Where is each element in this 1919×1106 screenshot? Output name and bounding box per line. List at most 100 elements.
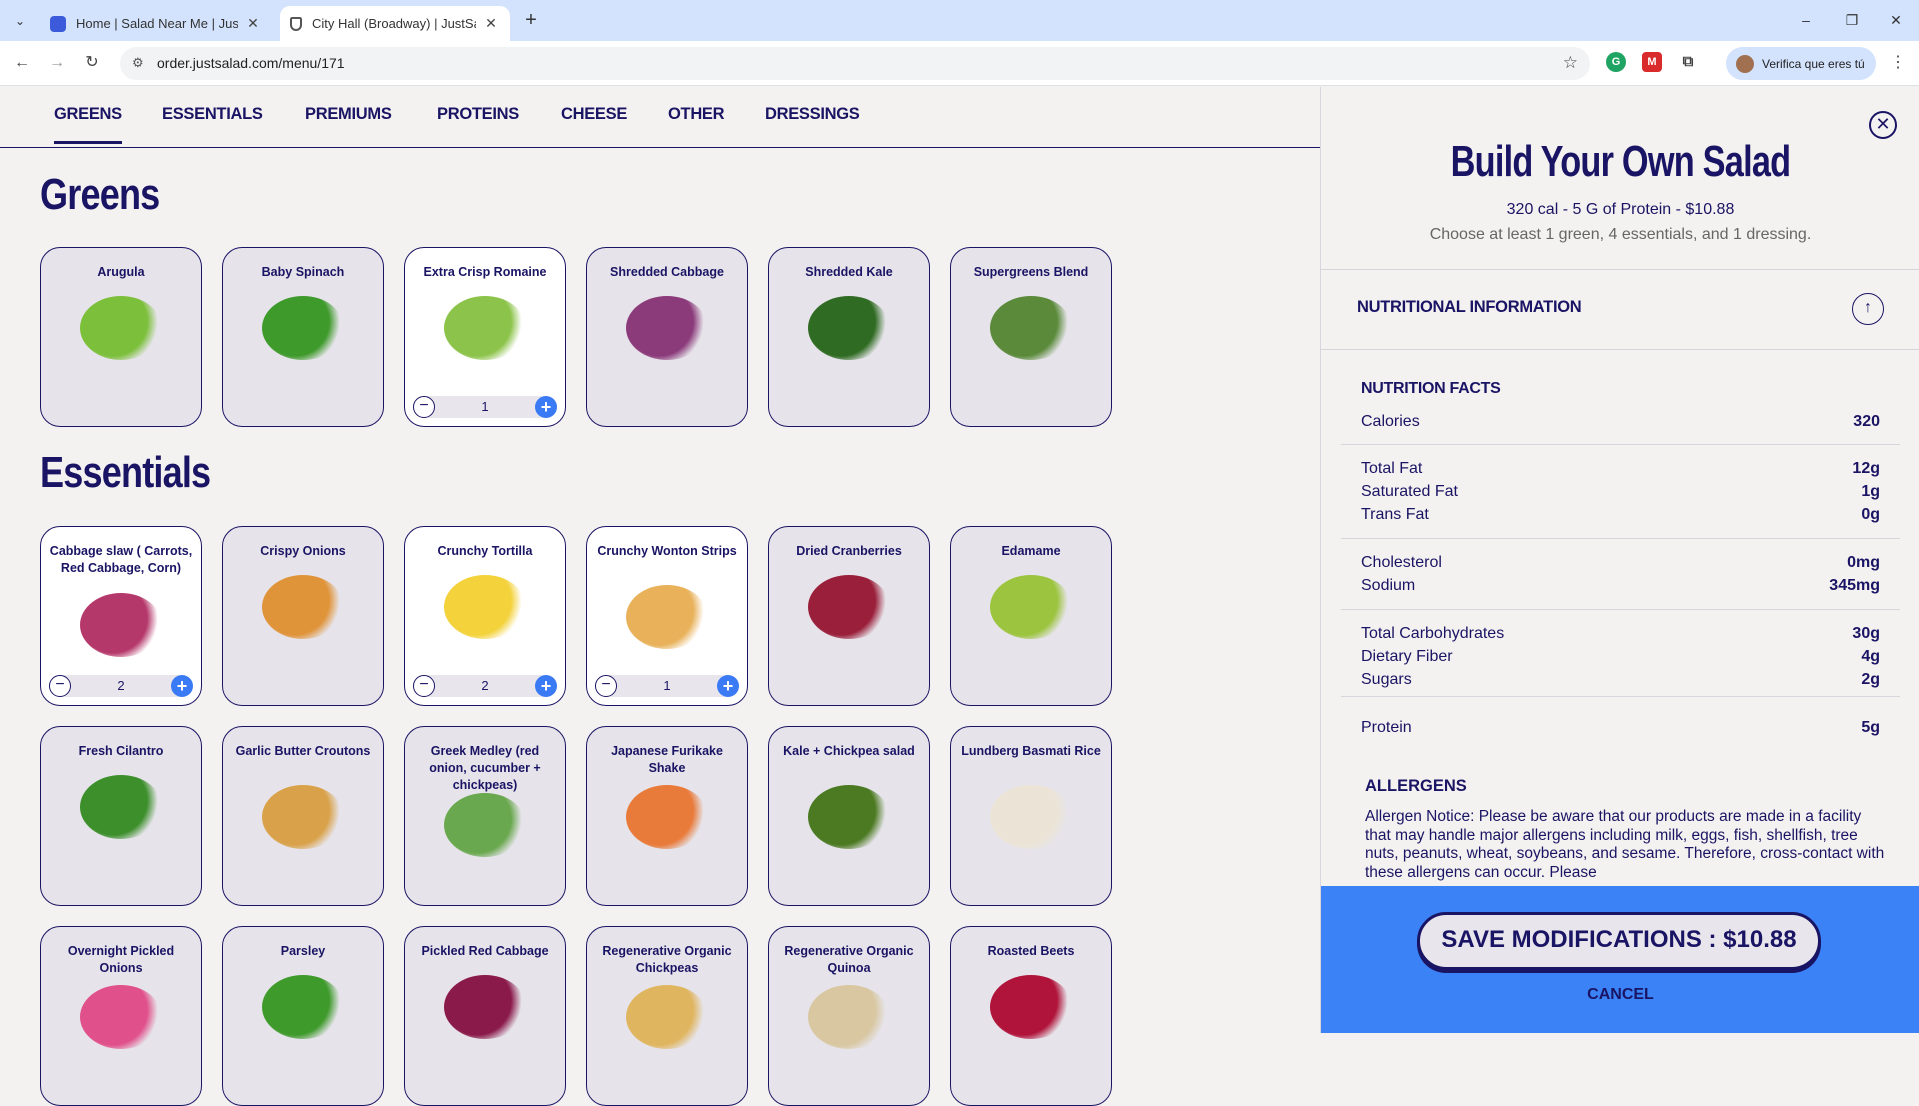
quantity-value: 2 <box>481 678 489 693</box>
tab-premiums[interactable]: PREMIUMS <box>305 105 392 124</box>
tab-close-icon[interactable]: ✕ <box>244 15 262 32</box>
bookmark-star-icon[interactable]: ☆ <box>1563 53 1578 73</box>
decrease-quantity-button[interactable]: − <box>413 675 435 697</box>
ingredient-card-crispy-onions[interactable]: Crispy Onions <box>222 526 384 706</box>
ingredient-image <box>808 985 890 1049</box>
ingredient-card-regenerative-organic-chickpeas[interactable]: Regenerative Organic Chickpeas <box>586 926 748 1106</box>
grammarly-extension-icon[interactable]: G <box>1606 52 1626 72</box>
ingredient-card-edamame[interactable]: Edamame <box>950 526 1112 706</box>
nutritional-information-header[interactable]: NUTRITIONAL INFORMATION <box>1357 298 1582 317</box>
ingredient-name: Cabbage slaw ( Carrots, Red Cabbage, Cor… <box>49 544 193 575</box>
cancel-button[interactable]: CANCEL <box>1321 986 1919 1004</box>
ingredient-image <box>444 575 526 639</box>
ingredient-name: Shredded Cabbage <box>610 265 724 279</box>
ingredient-card-garlic-butter-croutons[interactable]: Garlic Butter Croutons <box>222 726 384 906</box>
extensions-puzzle-icon[interactable]: ⧉ <box>1678 52 1698 72</box>
salad-summary: 320 cal - 5 G of Protein - $10.88 <box>1506 201 1735 218</box>
ingredient-card-shredded-kale[interactable]: Shredded Kale <box>768 247 930 427</box>
ingredient-card-fresh-cilantro[interactable]: Fresh Cilantro <box>40 726 202 906</box>
ingredient-card-cabbage-slaw-carrots-red-cabbage-corn[interactable]: Cabbage slaw ( Carrots, Red Cabbage, Cor… <box>40 526 202 706</box>
ingredient-card-supergreens-blend[interactable]: Supergreens Blend <box>950 247 1112 427</box>
browser-menu-icon[interactable]: ⋮ <box>1890 52 1906 72</box>
browser-tab-home[interactable]: Home | Salad Near Me | Just Sa ✕ <box>40 6 272 41</box>
new-tab-button[interactable]: + <box>520 9 542 31</box>
ingredient-card-kale-chickpea-salad[interactable]: Kale + Chickpea salad <box>768 726 930 906</box>
section-title-essentials: Essentials <box>40 448 211 497</box>
quantity-value: 1 <box>663 678 671 693</box>
ingredient-image <box>444 975 526 1039</box>
ingredient-card-overnight-pickled-onions[interactable]: Overnight Pickled Onions <box>40 926 202 1106</box>
ingredient-card-roasted-beets[interactable]: Roasted Beets <box>950 926 1112 1106</box>
ingredient-image <box>990 975 1072 1039</box>
increase-quantity-button[interactable]: + <box>717 675 739 697</box>
ingredient-image <box>990 575 1072 639</box>
decrease-quantity-button[interactable]: − <box>595 675 617 697</box>
ingredient-card-extra-crisp-romaine[interactable]: Extra Crisp Romaine − 1 + <box>404 247 566 427</box>
ingredient-name: Parsley <box>280 944 326 958</box>
ingredient-card-parsley[interactable]: Parsley <box>222 926 384 1106</box>
section-title-greens: Greens <box>40 170 160 219</box>
increase-quantity-button[interactable]: + <box>535 675 557 697</box>
reload-icon[interactable]: ↻ <box>80 51 104 75</box>
allergen-notice: Allergen Notice: Please be aware that ou… <box>1365 808 1885 881</box>
tab-proteins[interactable]: PROTEINS <box>437 105 519 124</box>
nutrition-label: Dietary Fiber <box>1361 648 1453 665</box>
ingredient-name: Shredded Kale <box>805 265 893 279</box>
url-field[interactable]: ⚙ order.justsalad.com/menu/171 ☆ <box>120 47 1590 80</box>
ingredient-name: Regenerative Organic Chickpeas <box>602 944 732 975</box>
profile-button[interactable]: Verifica que eres tú <box>1726 47 1876 80</box>
close-panel-button[interactable]: ✕ <box>1869 111 1897 139</box>
nutrition-value: 1g <box>1861 483 1880 500</box>
ingredient-card-dried-cranberries[interactable]: Dried Cranberries <box>768 526 930 706</box>
ingredient-name: Greek Medley (red onion, cucumber + chic… <box>429 744 541 792</box>
browser-tab-city-hall[interactable]: City Hall (Broadway) | JustSalad ✕ <box>280 6 510 41</box>
url-text: order.justsalad.com/menu/171 <box>157 55 345 71</box>
tab-cheese[interactable]: CHEESE <box>561 105 627 124</box>
tab-essentials[interactable]: ESSENTIALS <box>162 105 263 124</box>
save-modifications-button[interactable]: SAVE MODIFICATIONS : $10.88 <box>1417 912 1821 970</box>
nutrition-value: 2g <box>1861 671 1880 688</box>
tab-other[interactable]: OTHER <box>668 105 725 124</box>
shield-favicon <box>290 16 302 31</box>
ingredient-card-arugula[interactable]: Arugula <box>40 247 202 427</box>
window-close-button[interactable]: ✕ <box>1873 6 1919 34</box>
increase-quantity-button[interactable]: + <box>535 396 557 418</box>
browser-tab-bar: ⌄ Home | Salad Near Me | Just Sa ✕ City … <box>0 0 1919 41</box>
ingredient-name: Overnight Pickled Onions <box>67 944 175 975</box>
nutrition-label: Saturated Fat <box>1361 483 1458 500</box>
nutrition-value: 12g <box>1852 460 1880 477</box>
ingredient-name: Kale + Chickpea salad <box>783 744 915 758</box>
ingredient-card-regenerative-organic-quinoa[interactable]: Regenerative Organic Quinoa <box>768 926 930 1106</box>
ingredient-image <box>444 793 526 857</box>
tab-greens[interactable]: GREENS <box>54 105 122 144</box>
site-settings-icon[interactable]: ⚙ <box>132 55 144 71</box>
nutrition-value: 0g <box>1861 506 1880 523</box>
forward-arrow-icon[interactable]: → <box>45 51 69 75</box>
ingredient-image <box>80 985 162 1049</box>
tab-search-icon[interactable]: ⌄ <box>8 9 32 33</box>
divider <box>1341 444 1900 445</box>
ingredient-card-baby-spinach[interactable]: Baby Spinach <box>222 247 384 427</box>
minimize-button[interactable]: – <box>1783 6 1829 34</box>
ingredient-card-crunchy-wonton-strips[interactable]: Crunchy Wonton Strips − 1 + <box>586 526 748 706</box>
tab-dressings[interactable]: DRESSINGS <box>765 105 860 124</box>
increase-quantity-button[interactable]: + <box>171 675 193 697</box>
back-arrow-icon[interactable]: ← <box>10 51 34 75</box>
extension-icon[interactable]: M <box>1642 52 1662 72</box>
decrease-quantity-button[interactable]: − <box>49 675 71 697</box>
ingredient-card-crunchy-tortilla[interactable]: Crunchy Tortilla − 2 + <box>404 526 566 706</box>
restore-button[interactable]: ❐ <box>1829 6 1875 34</box>
ingredient-image <box>990 296 1072 360</box>
tab-close-icon[interactable]: ✕ <box>482 15 500 32</box>
collapse-arrow-icon[interactable]: ↑ <box>1852 293 1884 325</box>
ingredient-card-shredded-cabbage[interactable]: Shredded Cabbage <box>586 247 748 427</box>
nutrition-row-sodium: Sodium 345mg <box>1361 577 1880 599</box>
decrease-quantity-button[interactable]: − <box>413 396 435 418</box>
ingredient-card-lundberg-basmati-rice[interactable]: Lundberg Basmati Rice <box>950 726 1112 906</box>
ingredient-card-greek-medley-red-onion-cucumber-chickpeas[interactable]: Greek Medley (red onion, cucumber + chic… <box>404 726 566 906</box>
ingredient-card-japanese-furikake-shake[interactable]: Japanese Furikake Shake <box>586 726 748 906</box>
ingredient-card-pickled-red-cabbage[interactable]: Pickled Red Cabbage <box>404 926 566 1106</box>
nutrition-label: Protein <box>1361 719 1412 736</box>
nutrition-label: Trans Fat <box>1361 506 1429 523</box>
ingredient-name: Regenerative Organic Quinoa <box>784 944 914 975</box>
